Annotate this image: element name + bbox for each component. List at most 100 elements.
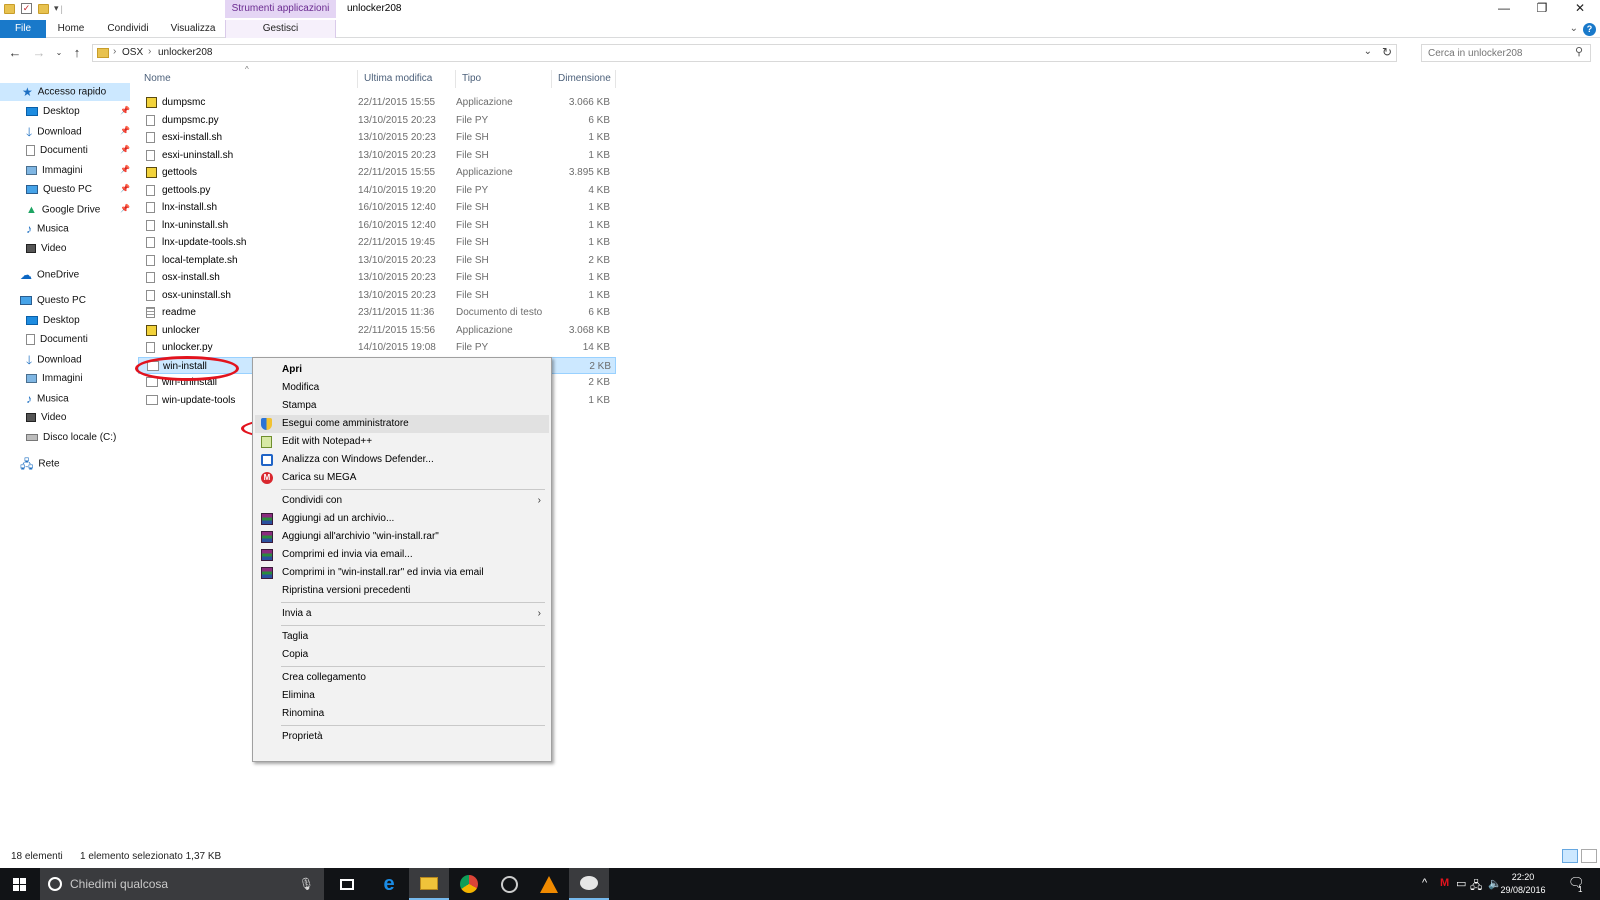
nav-pc-local-disk[interactable]: Disco locale (C:) [26, 429, 116, 447]
address-bar[interactable]: › OSX › unlocker208 ⌄ ↻ [92, 44, 1397, 62]
file-row[interactable]: readme 23/11/2015 11:36 Documento di testo… [138, 304, 616, 321]
taskbar-edge[interactable]: e [369, 868, 409, 900]
nav-item-download[interactable]: 🡓 Download [26, 123, 82, 141]
cortana-search-box[interactable]: Chiedimi qualcosa 🎙 [40, 868, 324, 900]
nav-item-documents[interactable]: Documenti [26, 142, 88, 160]
tab-file[interactable]: File [0, 20, 46, 38]
refresh-icon[interactable]: ↻ [1382, 45, 1392, 59]
file-row[interactable]: dumpsmc 22/11/2015 15:55 Applicazione 3.066… [138, 94, 616, 111]
start-button[interactable] [0, 868, 40, 900]
nav-pc-pictures[interactable]: Immagini [26, 370, 83, 388]
menu-item-comprimi-ed-invia-via-email[interactable]: Comprimi ed invia via email... [255, 546, 549, 564]
menu-item-condividi-con[interactable]: Condividi con › [255, 492, 549, 510]
file-row[interactable]: local-template.sh 13/10/2015 20:23 File SH… [138, 252, 616, 269]
menu-item-propriet[interactable]: Proprietà [255, 728, 549, 746]
nav-item-this-pc[interactable]: Questo PC [26, 181, 92, 199]
close-button[interactable]: ✕ [1562, 0, 1598, 18]
back-arrow-icon[interactable]: ← [6, 44, 24, 62]
menu-item-comprimi-in-win-install-rar-ed-invia-via-email[interactable]: Comprimi in "win-install.rar" ed invia v… [255, 564, 549, 582]
menu-item-rinomina[interactable]: Rinomina [255, 705, 549, 723]
nav-this-pc[interactable]: Questo PC [20, 292, 86, 310]
address-dropdown-icon[interactable]: ⌄ [1364, 46, 1372, 57]
pin-icon[interactable]: 📌 [120, 204, 130, 213]
expand-ribbon-icon[interactable]: ⌄ [1570, 23, 1578, 34]
pin-icon[interactable]: 📌 [120, 145, 130, 154]
menu-item-aggiungi-ad-un-archivio[interactable]: Aggiungi ad un archivio... [255, 510, 549, 528]
menu-item-modifica[interactable]: Modifica [255, 379, 549, 397]
show-hidden-icons-icon[interactable]: ^ [1422, 877, 1427, 889]
file-row[interactable]: osx-install.sh 13/10/2015 20:23 File SH 1 K… [138, 269, 616, 286]
tab-share[interactable]: Condividi [104, 20, 152, 38]
forward-arrow-icon[interactable]: → [30, 44, 48, 62]
mega-tray-icon[interactable]: M [1440, 877, 1449, 889]
breadcrumb-chevron-icon[interactable]: › [113, 46, 116, 57]
menu-item-edit-with-notepad[interactable]: Edit with Notepad++ [255, 433, 549, 451]
column-size[interactable]: Dimensione [552, 70, 616, 88]
microphone-icon[interactable]: 🎙 [299, 868, 314, 900]
nav-pc-documents[interactable]: Documenti [26, 331, 88, 349]
tab-manage[interactable]: Gestisci [225, 20, 336, 38]
pin-icon[interactable]: 📌 [120, 184, 130, 193]
file-row[interactable]: osx-uninstall.sh 13/10/2015 20:23 File SH 1… [138, 287, 616, 304]
menu-item-invia-a[interactable]: Invia a › [255, 605, 549, 623]
pin-icon[interactable]: 📌 [120, 106, 130, 115]
breadcrumb-chevron-icon[interactable]: › [148, 46, 151, 57]
network-tray-icon[interactable]: 🖧 [1470, 877, 1482, 896]
nav-item-video[interactable]: Video [26, 240, 66, 258]
file-row[interactable]: gettools.py 14/10/2015 19:20 File PY 4 KB [138, 182, 616, 199]
nav-item-music[interactable]: ♪ Musica [26, 220, 69, 238]
search-icon[interactable]: ⚲ [1575, 45, 1583, 58]
restore-button[interactable]: ❐ [1524, 0, 1560, 18]
tab-home[interactable]: Home [54, 20, 88, 38]
file-row[interactable]: esxi-install.sh 13/10/2015 20:23 File SH 1 … [138, 129, 616, 146]
file-row[interactable]: dumpsmc.py 13/10/2015 20:23 File PY 6 KB [138, 112, 616, 129]
menu-item-carica-su-mega[interactable]: M Carica su MEGA [255, 469, 549, 487]
pin-icon[interactable]: 📌 [120, 126, 130, 135]
menu-item-crea-collegamento[interactable]: Crea collegamento [255, 669, 549, 687]
menu-item-analizza-con-windows-defender[interactable]: Analizza con Windows Defender... [255, 451, 549, 469]
menu-item-esegui-come-amministratore[interactable]: Esegui come amministratore [255, 415, 549, 433]
nav-pc-desktop[interactable]: Desktop [26, 312, 80, 330]
new-folder-icon[interactable] [38, 3, 49, 14]
file-row[interactable]: unlocker.py 14/10/2015 19:08 File PY 14 KB [138, 339, 616, 356]
nav-network[interactable]: 🖧 Rete [20, 455, 60, 473]
clock[interactable]: 22:20 29/08/2016 [1493, 871, 1553, 897]
file-row[interactable]: lnx-update-tools.sh 22/11/2015 19:45 File … [138, 234, 616, 251]
file-row[interactable]: unlocker 22/11/2015 15:56 Applicazione 3.06… [138, 322, 616, 339]
column-modified[interactable]: Ultima modifica [358, 70, 456, 88]
taskbar-app[interactable] [489, 868, 529, 900]
menu-item-copia[interactable]: Copia [255, 646, 549, 664]
recent-locations-icon[interactable]: ⌄ [50, 44, 68, 62]
menu-item-ripristina-versioni-precedenti[interactable]: Ripristina versioni precedenti [255, 582, 549, 600]
customize-toolbar-icon[interactable]: ▾ [54, 3, 59, 14]
nav-pc-video[interactable]: Video [26, 409, 66, 427]
file-row[interactable]: gettools 22/11/2015 15:55 Applicazione 3.89… [138, 164, 616, 181]
taskbar-paint[interactable] [569, 868, 609, 900]
menu-item-aggiungi-all-archivio-win-install-rar[interactable]: Aggiungi all'archivio "win-install.rar" [255, 528, 549, 546]
column-type[interactable]: Tipo [456, 70, 552, 88]
menu-item-taglia[interactable]: Taglia [255, 628, 549, 646]
properties-icon[interactable]: ✓ [21, 3, 32, 14]
nav-item-google-drive[interactable]: ▲ Google Drive [26, 201, 100, 219]
help-icon[interactable]: ? [1583, 23, 1596, 36]
taskbar-chrome[interactable] [449, 868, 489, 900]
menu-item-apri[interactable]: Apri [255, 361, 549, 379]
nav-pc-download[interactable]: 🡓 Download [26, 351, 82, 369]
file-row[interactable]: lnx-uninstall.sh 16/10/2015 12:40 File SH 1… [138, 217, 616, 234]
nav-quick-access[interactable]: ★ Accesso rapido [0, 83, 130, 101]
breadcrumb-osx[interactable]: OSX [122, 47, 143, 58]
task-view-button[interactable] [327, 868, 367, 900]
power-icon[interactable]: ▭ [1456, 877, 1466, 890]
nav-item-desktop[interactable]: Desktop [26, 103, 80, 121]
menu-item-elimina[interactable]: Elimina [255, 687, 549, 705]
search-input[interactable] [1421, 44, 1591, 62]
breadcrumb-unlocker208[interactable]: unlocker208 [158, 47, 212, 58]
up-arrow-icon[interactable]: ↑ [68, 44, 86, 62]
nav-pc-music[interactable]: ♪ Musica [26, 390, 69, 408]
nav-item-pictures[interactable]: Immagini [26, 162, 83, 180]
file-row[interactable]: lnx-install.sh 16/10/2015 12:40 File SH 1 K… [138, 199, 616, 216]
nav-onedrive[interactable]: ☁ OneDrive [20, 266, 79, 284]
minimize-button[interactable]: — [1486, 0, 1522, 18]
tiles-view-button[interactable] [1581, 849, 1597, 863]
file-row[interactable]: esxi-uninstall.sh 13/10/2015 20:23 File SH… [138, 147, 616, 164]
